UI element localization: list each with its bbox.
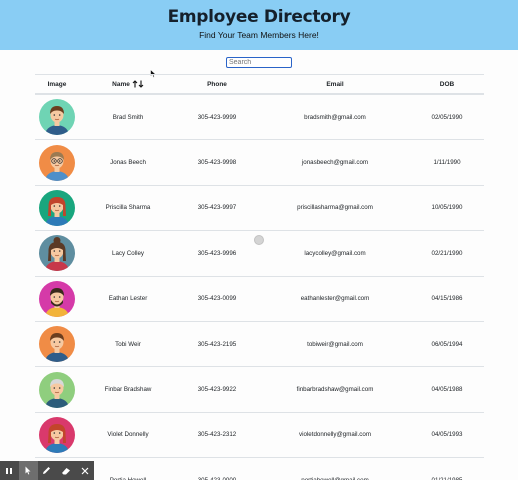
- avatar-cell: [35, 95, 79, 139]
- employee-phone: 305-423-9999: [197, 113, 237, 121]
- pen-icon[interactable]: [38, 461, 57, 480]
- avatar-cell: [35, 231, 79, 275]
- page-title: Employee Directory: [167, 7, 351, 27]
- avatar-cell: [35, 322, 79, 366]
- close-icon[interactable]: [75, 461, 94, 480]
- column-header-image: Image: [47, 80, 67, 88]
- page-subtitle: Find Your Team Members Here!: [199, 30, 319, 40]
- employee-phone: 305-423-9997: [197, 204, 237, 212]
- column-header-name[interactable]: Name: [86, 75, 170, 93]
- employee-dob: 02/21/1990: [431, 249, 463, 257]
- table-row: Eathan Lester 305-423-0099 eathanlester@gm…: [35, 275, 484, 321]
- employee-email: eathanlester@gmail.com: [300, 295, 370, 303]
- employee-dob: 02/05/1990: [431, 113, 463, 121]
- employee-name: Violet Donnelly: [107, 431, 149, 439]
- employee-name: Priscilla Sharma: [105, 204, 151, 212]
- employee-phone: 305-423-9922: [197, 386, 237, 394]
- table-row: Portia Howell305-423-0000portiahowell@gm…: [35, 457, 484, 480]
- employee-name: Jonas Beech: [110, 159, 146, 167]
- pause-icon[interactable]: [0, 461, 19, 480]
- avatar-cell: [35, 367, 79, 411]
- avatar-cell: [35, 277, 79, 321]
- old-man-avatar-icon: [39, 371, 75, 408]
- employee-email: tobiweir@gmail.com: [307, 340, 363, 348]
- man-glasses-avatar-icon: [39, 144, 75, 181]
- table-row: Tobi Weir 305-423-2195 tobiweir@gmail.com 0…: [35, 320, 484, 366]
- employee-email: finbarbradshaw@gmail.com: [296, 386, 374, 394]
- employee-dob: 10/05/1990: [431, 204, 463, 212]
- avatar-cell: [35, 413, 79, 457]
- employee-phone: 305-423-2195: [197, 340, 237, 348]
- employee-name: Lacy Colley: [112, 249, 144, 257]
- cursor-icon[interactable]: [18, 461, 38, 480]
- employee-email: bradsmith@gmail.com: [304, 113, 366, 121]
- woman-bun-avatar-icon: [39, 235, 75, 272]
- table-row: Jonas Beech 305-423-9998 jonasbeech@gmail.…: [35, 139, 484, 184]
- employee-dob: 04/05/1993: [431, 431, 463, 439]
- search-input[interactable]: [226, 57, 292, 68]
- employee-dob: 04/05/1988: [431, 386, 463, 394]
- bearded-man-avatar-icon: [39, 280, 75, 317]
- employee-name: Brad Smith: [112, 113, 144, 121]
- employee-dob: 01/21/1985: [413, 458, 481, 480]
- column-header-email: Email: [326, 80, 344, 88]
- column-header-phone: Phone: [207, 80, 227, 88]
- employee-table: Image Name Phone Email DOB Brad Smith 305…: [35, 74, 484, 480]
- employee-email: priscillasharma@gmail.com: [297, 204, 373, 212]
- employee-email: portiahowell@gmail.com: [257, 458, 413, 480]
- table-row: Violet Donnelly 305-423-2312 violetdonnell…: [35, 411, 484, 457]
- employee-phone: 305-423-0099: [197, 295, 237, 303]
- annotation-toolbar: [0, 461, 94, 480]
- employee-name: Eathan Lester: [108, 295, 148, 303]
- employee-dob: 04/15/1986: [431, 295, 463, 303]
- employee-name: Finbar Bradshaw: [104, 386, 152, 394]
- table-header-row: Image Name Phone Email DOB: [35, 74, 484, 94]
- employee-name: Tobi Weir: [115, 340, 141, 348]
- woman-avatar-icon: [39, 416, 75, 453]
- woman-avatar-icon: [39, 189, 75, 226]
- man-avatar-icon: [39, 99, 75, 136]
- employee-phone: 305-423-9996: [197, 249, 237, 257]
- employee-email: violetdonnelly@gmail.com: [299, 431, 371, 439]
- employee-email: lacycolley@gmail.com: [304, 249, 366, 257]
- employee-phone: 305-423-2312: [197, 431, 237, 439]
- employee-name: Portia Howell: [86, 458, 170, 480]
- sort-arrows-icon[interactable]: [132, 80, 144, 88]
- table-row: Brad Smith 305-423-9999 bradsmith@gmail.co…: [35, 94, 484, 139]
- avatar-cell: [35, 140, 79, 184]
- table-row: Priscilla Sharma 305-423-9997 priscillasha…: [35, 184, 484, 230]
- column-header-dob: DOB: [439, 80, 455, 88]
- man-avatar-icon: [39, 326, 75, 363]
- scroll-indicator: [254, 235, 264, 245]
- eraser-icon[interactable]: [56, 461, 75, 480]
- employee-phone: 305-423-0000: [175, 458, 259, 480]
- employee-dob: 06/05/1994: [431, 340, 463, 348]
- page-header: Employee Directory Find Your Team Member…: [0, 0, 518, 50]
- table-row: Finbar Bradshaw 305-423-9922 finbarbradsha…: [35, 366, 484, 411]
- column-header-name-label: Name: [112, 80, 130, 88]
- avatar-cell: [35, 186, 79, 230]
- employee-dob: 1/11/1990: [433, 159, 461, 167]
- employee-phone: 305-423-9998: [197, 159, 237, 167]
- employee-email: jonasbeech@gmail.com: [301, 159, 369, 167]
